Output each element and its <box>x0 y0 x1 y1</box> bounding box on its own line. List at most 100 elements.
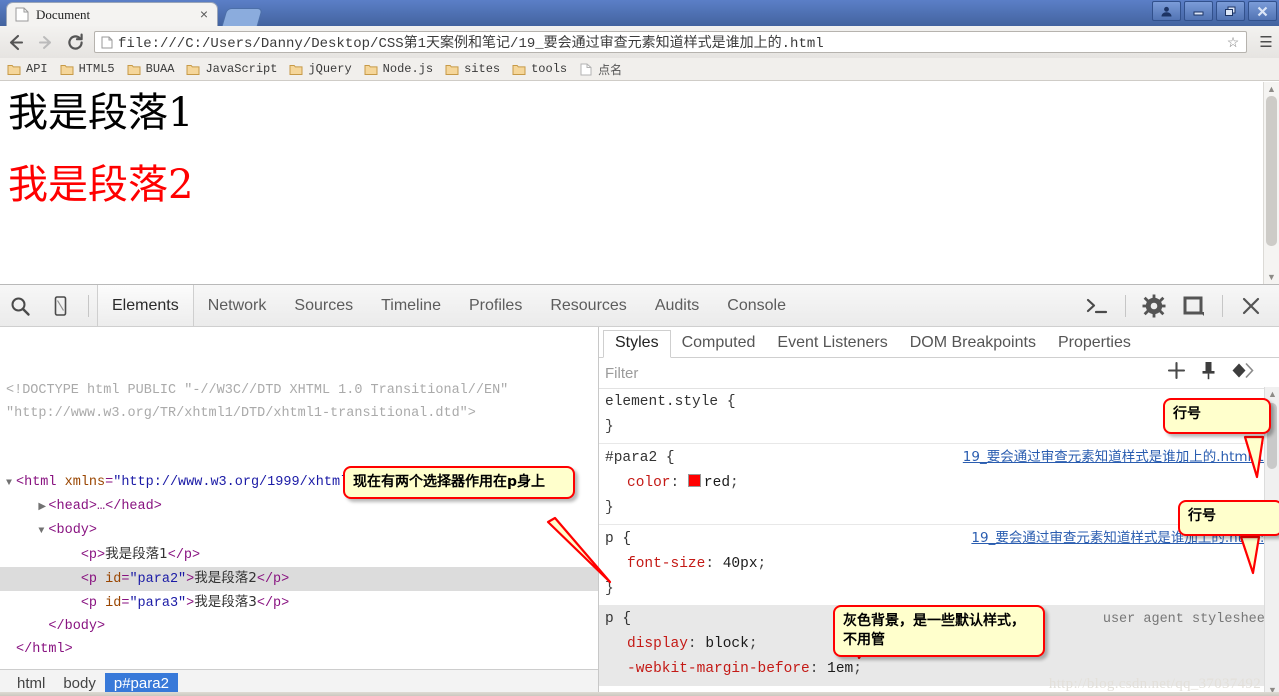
scrollbar-thumb[interactable] <box>1266 96 1277 246</box>
devtools-tab-timeline[interactable]: Timeline <box>367 285 455 326</box>
bookmark-star-icon[interactable]: ☆ <box>1224 34 1242 51</box>
sidebar-tab-event-listeners[interactable]: Event Listeners <box>766 331 898 357</box>
styles-scroll-up-icon[interactable]: ▲ <box>1268 389 1277 399</box>
window-controls <box>1152 1 1277 21</box>
scroll-down-icon[interactable]: ▼ <box>1267 272 1276 282</box>
css-selector[interactable]: #para2 { <box>605 446 675 471</box>
bookmark-item[interactable]: HTML5 <box>60 62 115 76</box>
breadcrumb-item[interactable]: p#para2 <box>104 673 178 694</box>
bookmark-label: HTML5 <box>78 62 115 76</box>
css-declaration[interactable]: font-size: 40px; <box>605 552 1273 577</box>
bookmark-item[interactable]: BUAA <box>127 62 174 76</box>
new-tab-button[interactable] <box>221 8 263 28</box>
devtools-right-icons <box>1077 286 1279 326</box>
page-icon <box>15 7 29 22</box>
devtools-tab-sources[interactable]: Sources <box>280 285 367 326</box>
sidebar-tab-properties[interactable]: Properties <box>1047 331 1142 357</box>
line-number-note-1-pointer <box>1243 435 1265 479</box>
disclosure-triangle-icon[interactable]: ▼ <box>6 472 16 495</box>
css-declaration[interactable]: -webkit-margin-before: 1em; <box>605 657 1273 682</box>
css-rule-close-brace: } <box>605 581 614 597</box>
magnifier-icon[interactable] <box>0 286 40 326</box>
dom-node-line[interactable]: </html> <box>0 638 598 661</box>
page-viewport: 我是段落1 我是段落2 <box>0 82 1279 284</box>
bookmark-item[interactable]: sites <box>445 62 500 76</box>
dock-side-icon[interactable] <box>1174 286 1214 326</box>
devtools-tab-console[interactable]: Console <box>713 285 800 326</box>
sidebar-tab-styles[interactable]: Styles <box>603 330 671 358</box>
css-rule-close-brace: } <box>605 500 614 516</box>
browser-tab[interactable]: Document × <box>6 2 218 26</box>
gear-icon[interactable] <box>1134 286 1174 326</box>
folder-icon <box>60 64 74 75</box>
address-bar-url: file:///C:/Users/Danny/Desktop/CSS第1天案例和… <box>118 36 824 52</box>
bookmark-item[interactable]: tools <box>512 62 567 76</box>
bookmark-label: JavaScript <box>205 62 278 76</box>
css-property-name[interactable]: display <box>627 636 688 652</box>
css-selector[interactable]: element.style { <box>605 390 736 415</box>
folder-icon <box>445 64 459 75</box>
back-icon[interactable] <box>0 27 30 57</box>
minimize-button[interactable] <box>1184 1 1213 21</box>
close-button[interactable] <box>1248 1 1277 21</box>
close-icon[interactable] <box>1231 286 1271 326</box>
devtools-tab-profiles[interactable]: Profiles <box>455 285 536 326</box>
console-prompt-icon[interactable] <box>1077 286 1117 326</box>
devtools-tab-network[interactable]: Network <box>194 285 281 326</box>
page-scrollbar[interactable]: ▲ ▼ <box>1263 82 1279 284</box>
dom-node-line[interactable]: </body> <box>0 615 598 638</box>
bookmark-item[interactable]: jQuery <box>289 62 352 76</box>
folder-icon <box>186 64 200 75</box>
devtools-toolbar: Elements Network Sources Timeline Profiles Re… <box>0 285 1279 327</box>
bookmark-item[interactable]: API <box>7 62 48 76</box>
layers-icon[interactable] <box>1231 362 1255 384</box>
doctype-text: <!DOCTYPE html PUBLIC "-//W3C//DTD XHTML… <box>6 383 509 421</box>
sidebar-tab-computed[interactable]: Computed <box>671 331 767 357</box>
chrome-menu-icon[interactable]: ☰ <box>1253 33 1279 51</box>
bookmark-label: sites <box>464 62 501 76</box>
disclosure-triangle-icon[interactable]: ▼ <box>38 520 48 543</box>
bookmarks-bar: API HTML5 BUAA JavaScript jQuery Node.js sites… <box>0 58 1279 81</box>
bookmark-item[interactable]: Node.js <box>364 62 433 76</box>
plus-icon[interactable] <box>1167 361 1186 385</box>
line-number-note-2-pointer <box>1239 535 1261 575</box>
css-rule-header: #para2 {19_要会通过审查元素知道样式是谁加上的.html:10 <box>605 445 1273 471</box>
pin-icon[interactable] <box>1200 361 1217 385</box>
devtools-tab-audits[interactable]: Audits <box>641 285 713 326</box>
toolbar-divider <box>88 294 89 317</box>
css-property-name[interactable]: -webkit-margin-before <box>627 661 810 677</box>
css-selector[interactable]: p { <box>605 607 631 632</box>
styles-filter-row: Filter <box>599 358 1279 389</box>
mobile-device-icon[interactable] <box>40 286 80 326</box>
doctype-line: <!DOCTYPE html PUBLIC "-//W3C//DTD XHTML… <box>0 379 598 425</box>
disclosure-triangle-icon[interactable]: ▶ <box>38 496 48 519</box>
devtools-tab-resources[interactable]: Resources <box>536 285 640 326</box>
sidebar-tab-dom-breakpoints[interactable]: DOM Breakpoints <box>899 331 1047 357</box>
css-property-value[interactable]: block <box>705 636 749 652</box>
scroll-up-icon[interactable]: ▲ <box>1267 84 1276 94</box>
user-icon-button[interactable] <box>1152 1 1181 21</box>
breadcrumb-item[interactable]: body <box>54 673 105 694</box>
forward-icon[interactable] <box>30 27 60 57</box>
folder-icon <box>364 64 378 75</box>
page-icon <box>101 36 113 48</box>
css-property-value[interactable]: 40px <box>723 556 758 572</box>
css-property-value[interactable]: red <box>704 475 730 491</box>
address-bar[interactable]: file:///C:/Users/Danny/Desktop/CSS第1天案例和… <box>94 31 1247 53</box>
css-declaration[interactable]: color: red; <box>605 471 1273 496</box>
css-property-name[interactable]: font-size <box>627 556 705 572</box>
css-rule[interactable]: #para2 {19_要会通过审查元素知道样式是谁加上的.html:10 colo… <box>599 444 1279 525</box>
restore-button[interactable] <box>1216 1 1245 21</box>
bookmark-item[interactable]: 点名 <box>579 61 622 78</box>
breadcrumb-item[interactable]: html <box>8 673 54 694</box>
filter-action-icons <box>1167 361 1273 385</box>
css-rule[interactable]: p {19_要会通过审查元素知道样式是谁加上的.html:7 font-size:… <box>599 525 1279 606</box>
color-swatch[interactable] <box>687 474 701 487</box>
tab-close-icon[interactable]: × <box>197 7 211 22</box>
browser-window: Document × file:///C:/Users/Danny/Deskto… <box>0 0 1279 696</box>
css-property-name[interactable]: color <box>627 475 671 491</box>
reload-icon[interactable] <box>60 27 90 57</box>
bookmark-item[interactable]: JavaScript <box>186 62 277 76</box>
devtools-tab-elements[interactable]: Elements <box>97 285 194 326</box>
filter-input[interactable]: Filter <box>605 365 638 382</box>
